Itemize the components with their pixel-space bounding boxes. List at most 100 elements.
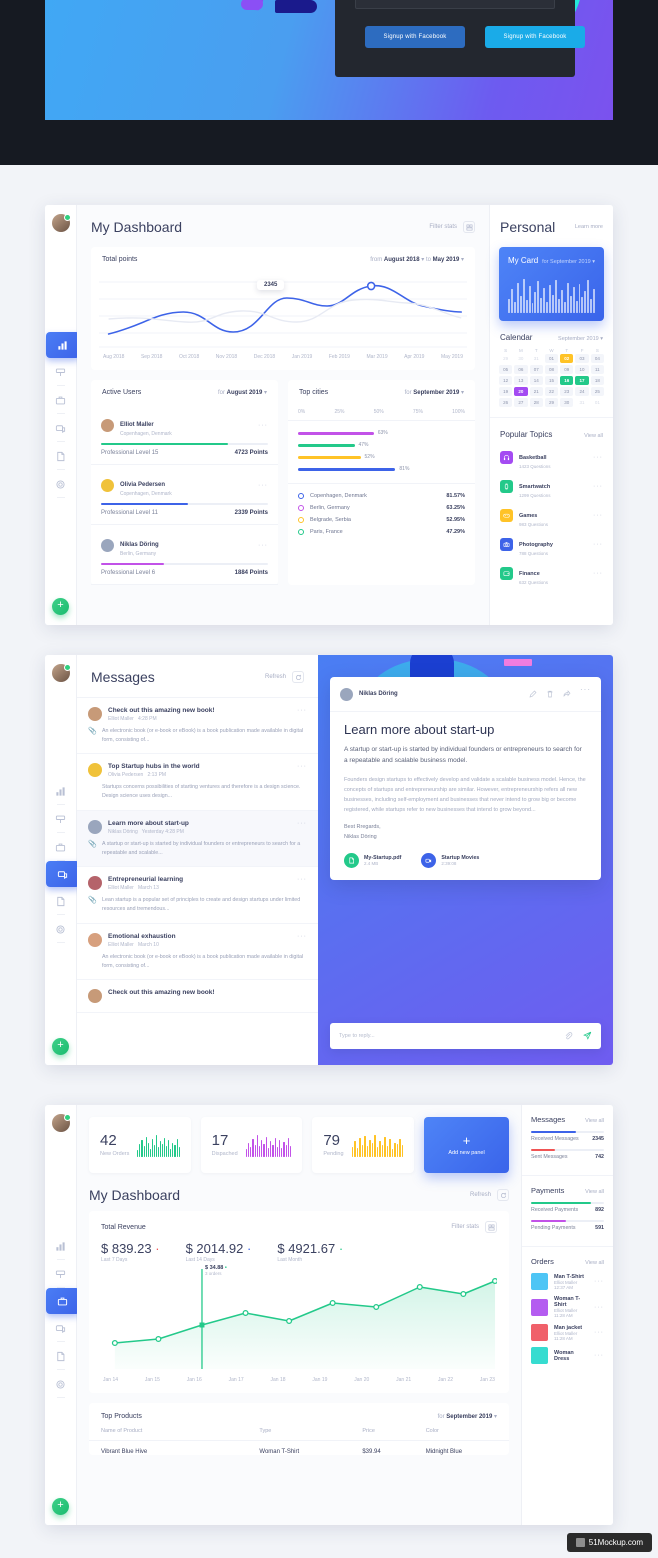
- more-icon[interactable]: ···: [593, 512, 603, 519]
- more-icon[interactable]: ···: [594, 1329, 604, 1336]
- add-button[interactable]: +: [52, 598, 69, 615]
- calendar-day[interactable]: 04: [590, 354, 604, 363]
- list-item[interactable]: Olivia Pedersen Copenhagen, Denmark ··· …: [91, 465, 278, 525]
- calendar-day[interactable]: 13: [514, 376, 528, 385]
- calendar-day[interactable]: 18: [590, 376, 604, 385]
- popular-topics-view-all[interactable]: View all: [584, 433, 603, 439]
- calendar-day[interactable]: 26: [499, 398, 513, 407]
- list-item[interactable]: Finance 632 Questions ···: [490, 559, 613, 588]
- calendar-day[interactable]: 31: [530, 354, 543, 363]
- sidebar-item-messages[interactable]: [45, 1314, 77, 1342]
- calendar-day[interactable]: 01: [544, 354, 559, 363]
- sidebar-item-documents[interactable]: [45, 1342, 77, 1370]
- calendar-day[interactable]: 20: [514, 387, 528, 396]
- calendar-day[interactable]: 21: [529, 387, 543, 396]
- list-item[interactable]: Emotional exhaustion Elliot Maller March…: [77, 924, 318, 981]
- list-item[interactable]: Man jacket Elliot Maller 11:28 AM ···: [531, 1324, 604, 1341]
- edit-icon[interactable]: [529, 685, 537, 703]
- list-item[interactable]: Man T-Shirt Elliot Maller 12:37 AM ···: [531, 1273, 604, 1290]
- stat-card[interactable]: 79 Pending: [312, 1117, 415, 1173]
- sidebar-item-messages[interactable]: [45, 414, 77, 442]
- list-item[interactable]: Learn more about start-up Niklas Döring …: [77, 810, 318, 868]
- attachment-item[interactable]: Startup Movies 2:39:08: [421, 853, 479, 869]
- reply-input[interactable]: Type to reply...: [339, 1033, 375, 1039]
- learn-more-link[interactable]: Learn more: [575, 224, 603, 230]
- calendar-day[interactable]: 15: [544, 376, 559, 385]
- my-card[interactable]: My Card for September 2019 ▾: [499, 247, 604, 321]
- sidebar-item-briefcase[interactable]: [45, 386, 77, 414]
- reply-bar[interactable]: Type to reply...: [330, 1023, 601, 1049]
- calendar-day[interactable]: 03: [575, 354, 589, 363]
- signup-input[interactable]: [355, 0, 555, 9]
- more-icon[interactable]: ···: [258, 482, 268, 489]
- add-button[interactable]: +: [52, 1038, 69, 1055]
- calendar-day[interactable]: 30: [560, 398, 574, 407]
- calendar-day[interactable]: 19: [499, 387, 513, 396]
- forward-icon[interactable]: [563, 685, 571, 703]
- calendar-day[interactable]: 07: [529, 365, 543, 374]
- stat-card[interactable]: 17 Dispached: [200, 1117, 303, 1173]
- more-icon[interactable]: ···: [594, 1352, 604, 1359]
- stat-card[interactable]: 42 New Orders: [89, 1117, 191, 1173]
- calendar-day[interactable]: 02: [560, 354, 574, 363]
- calendar-day[interactable]: 16: [560, 376, 574, 385]
- more-icon[interactable]: ···: [594, 1304, 604, 1311]
- period-value[interactable]: August 2019: [227, 390, 263, 396]
- sidebar-item-briefcase[interactable]: [45, 1288, 80, 1314]
- calendar-day[interactable]: 29: [544, 398, 559, 407]
- sidebar-item-analytics[interactable]: [45, 332, 80, 358]
- calendar-day[interactable]: 17: [575, 376, 589, 385]
- sidebar-item-settings[interactable]: [45, 915, 77, 943]
- more-icon[interactable]: ···: [580, 685, 591, 703]
- signup-facebook-light-button[interactable]: Signup with Facebook: [485, 26, 585, 48]
- period-value[interactable]: September 2019: [413, 390, 459, 396]
- calendar-day[interactable]: 22: [544, 387, 559, 396]
- more-icon[interactable]: ···: [297, 763, 307, 770]
- sidebar-item-analytics[interactable]: [45, 777, 77, 805]
- table-row[interactable]: Vibrant Blue Hive Woman T-Shirt $39.94 M…: [89, 1441, 509, 1455]
- calendar-day[interactable]: 30: [514, 354, 527, 363]
- sidebar-item-analytics[interactable]: [45, 1232, 77, 1260]
- sidebar-item-documents[interactable]: [45, 887, 77, 915]
- list-item[interactable]: Entrepreneurial learning Elliot Maller M…: [77, 867, 318, 924]
- list-item[interactable]: Check out this amazing new book!: [77, 980, 318, 1014]
- calendar-day[interactable]: 25: [590, 387, 604, 396]
- more-icon[interactable]: ···: [297, 820, 307, 827]
- sidebar-item-board[interactable]: [45, 1260, 77, 1288]
- sidebar-item-settings[interactable]: [45, 470, 77, 498]
- more-icon[interactable]: ···: [297, 933, 307, 940]
- calendar-day[interactable]: 24: [575, 387, 589, 396]
- more-icon[interactable]: ···: [593, 541, 603, 548]
- list-item[interactable]: Niklas Döring Berlin, Germany ··· Profes…: [91, 525, 278, 585]
- list-item[interactable]: Woman Dress ···: [531, 1347, 604, 1364]
- sidebar-item-board[interactable]: [45, 805, 77, 833]
- calendar-month[interactable]: September 2019 ▾: [558, 336, 603, 342]
- more-icon[interactable]: ···: [593, 570, 603, 577]
- list-item[interactable]: Woman T-Shirt Elliot Maller 11:28 AM ···: [531, 1296, 604, 1318]
- send-icon[interactable]: [583, 1027, 592, 1045]
- avatar[interactable]: [51, 1114, 71, 1132]
- sidebar-item-messages[interactable]: [45, 861, 80, 887]
- list-item[interactable]: Check out this amazing new book! Elliot …: [77, 698, 318, 755]
- refresh-control[interactable]: Refresh: [470, 1189, 509, 1201]
- signup-facebook-dark-button[interactable]: Signup with Facebook: [365, 26, 465, 48]
- list-item[interactable]: Basketball 1423 Questions ···: [490, 443, 613, 472]
- total-points-daterange[interactable]: from August 2018 ▾ to May 2019 ▾: [370, 256, 464, 263]
- more-icon[interactable]: ···: [297, 876, 307, 883]
- delete-icon[interactable]: [546, 685, 554, 703]
- list-item[interactable]: Smartwatch 1299 Questions ···: [490, 472, 613, 501]
- period-value[interactable]: September 2019: [446, 1414, 492, 1420]
- avatar[interactable]: [51, 214, 71, 232]
- sidebar-orders-view-all[interactable]: View all: [585, 1260, 604, 1266]
- layout-toggle-icon[interactable]: [485, 1221, 497, 1233]
- add-button[interactable]: +: [52, 1498, 69, 1515]
- attachment-item[interactable]: My-Startup.pdf 2.4 MB: [344, 853, 401, 869]
- calendar-day[interactable]: 31: [575, 398, 588, 407]
- sidebar-item-board[interactable]: [45, 358, 77, 386]
- calendar-day[interactable]: 28: [529, 398, 543, 407]
- calendar-day[interactable]: 10: [575, 365, 589, 374]
- calendar-day[interactable]: 27: [514, 398, 528, 407]
- calendar-day[interactable]: 11: [590, 365, 604, 374]
- sidebar-item-briefcase[interactable]: [45, 833, 77, 861]
- top-products-period[interactable]: for September 2019 ▾: [438, 1413, 497, 1420]
